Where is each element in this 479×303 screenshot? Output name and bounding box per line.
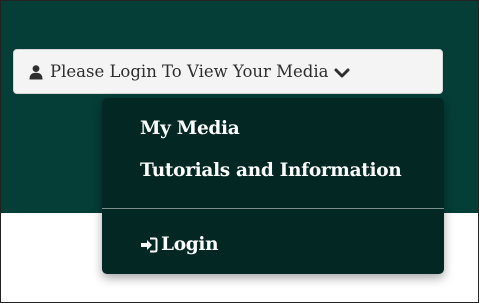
menu-divider xyxy=(102,208,444,209)
menu-item-my-media[interactable]: My Media xyxy=(140,118,240,139)
user-icon xyxy=(28,64,44,80)
menu-item-login-label: Login xyxy=(161,234,219,255)
page-frame: Please Login To View Your Media My Media… xyxy=(0,0,479,303)
login-dropdown-label: Please Login To View Your Media xyxy=(50,62,329,81)
menu-item-login[interactable]: Login xyxy=(140,234,219,255)
menu-item-tutorials[interactable]: Tutorials and Information xyxy=(140,160,402,181)
sign-in-icon xyxy=(140,237,158,253)
login-dropdown-toggle[interactable]: Please Login To View Your Media xyxy=(13,49,443,94)
user-dropdown-menu: My Media Tutorials and Information Login xyxy=(102,98,444,274)
chevron-down-icon xyxy=(334,65,350,79)
